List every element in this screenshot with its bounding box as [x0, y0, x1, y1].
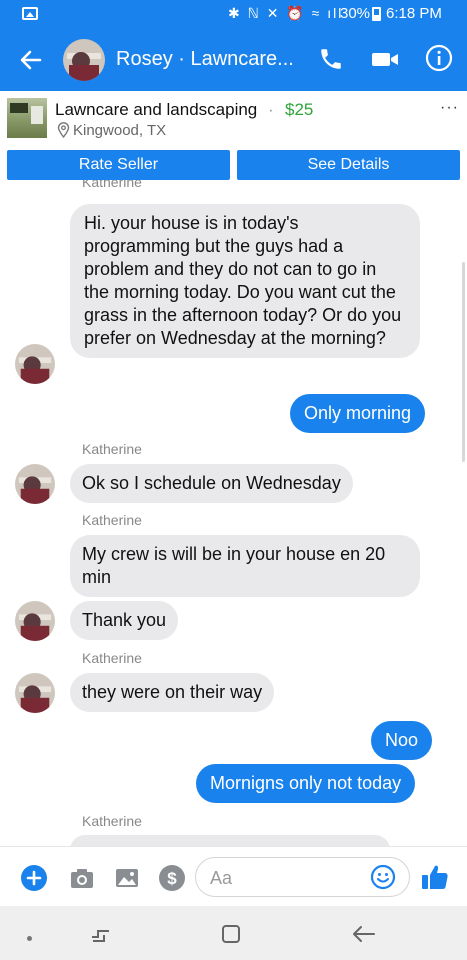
listing-title: Lawncare and landscaping	[55, 100, 258, 119]
message-composer: $ Aa	[0, 846, 467, 906]
conversation-header: Rosey · Lawncare...	[0, 28, 467, 91]
rate-seller-button[interactable]: Rate Seller	[7, 150, 230, 180]
message-list[interactable]: Katherine Hi. your house is in today's p…	[0, 180, 467, 846]
incoming-message-partial[interactable]	[70, 835, 390, 846]
camera-icon[interactable]	[69, 866, 95, 890]
incoming-message[interactable]: Hi. your house is in today's programming…	[70, 204, 420, 358]
recents-icon[interactable]	[88, 923, 114, 947]
emoji-icon[interactable]	[370, 864, 396, 890]
see-details-button[interactable]: See Details	[237, 150, 460, 180]
status-bar: ✱ ℕ ✕ ⏰ ≈ ıll 30% 6:18 PM	[0, 0, 467, 28]
sender-name: Katherine	[82, 441, 142, 457]
location-pin-icon	[57, 122, 70, 138]
chat-scrollbar[interactable]	[462, 262, 465, 462]
battery-icon	[372, 7, 381, 21]
sender-avatar[interactable]	[15, 464, 55, 504]
home-icon[interactable]	[220, 923, 242, 945]
message-input-placeholder: Aa	[210, 868, 233, 888]
listing-bar: Lawncare and landscaping · $25 Kingwood,…	[0, 91, 467, 144]
image-notification-icon	[22, 7, 38, 20]
clock: 6:18 PM	[386, 5, 442, 22]
incoming-message[interactable]: they were on their way	[70, 673, 275, 712]
conversation-title[interactable]: Rosey · Lawncare...	[116, 48, 294, 71]
sender-avatar[interactable]	[15, 601, 55, 641]
sender-name: Katherine	[82, 180, 142, 190]
info-icon[interactable]	[425, 44, 453, 72]
gallery-icon[interactable]	[114, 866, 140, 890]
sender-name: Katherine	[82, 512, 142, 528]
sender-avatar[interactable]	[15, 673, 55, 713]
system-nav-bar	[0, 906, 467, 960]
video-call-icon[interactable]	[370, 48, 400, 70]
payment-icon[interactable]: $	[158, 864, 186, 892]
more-options-icon[interactable]: ···	[440, 99, 459, 117]
listing-price: $25	[285, 100, 314, 119]
sender-avatar[interactable]	[15, 344, 55, 384]
incoming-message[interactable]: Thank you	[70, 601, 179, 640]
svg-text:$: $	[167, 869, 177, 888]
plus-icon[interactable]	[20, 864, 48, 892]
outgoing-message[interactable]: Noo	[371, 721, 433, 760]
system-status-icons: ✱ ℕ ✕ ⏰ ≈ ıll	[228, 5, 344, 21]
incoming-message[interactable]: Ok so I schedule on Wednesday	[70, 464, 353, 503]
thumbs-up-icon[interactable]	[420, 862, 450, 892]
sender-name: Katherine	[82, 813, 142, 829]
nav-dot-icon	[27, 936, 32, 941]
sender-name: Katherine	[82, 650, 142, 666]
outgoing-message[interactable]: Only morning	[290, 394, 426, 433]
system-back-icon[interactable]	[350, 923, 376, 945]
outgoing-message[interactable]: Mornigns only not today	[196, 764, 416, 803]
incoming-message[interactable]: My crew is will be in your house en 20 m…	[70, 535, 420, 597]
listing-thumbnail[interactable]	[7, 98, 47, 138]
phone-icon[interactable]	[318, 46, 344, 72]
listing-location: Kingwood, TX	[73, 122, 167, 139]
listing-separator: ·	[268, 100, 274, 119]
back-arrow-icon[interactable]	[18, 47, 44, 73]
battery-percent: 30%	[340, 5, 371, 22]
contact-avatar[interactable]	[63, 39, 105, 81]
